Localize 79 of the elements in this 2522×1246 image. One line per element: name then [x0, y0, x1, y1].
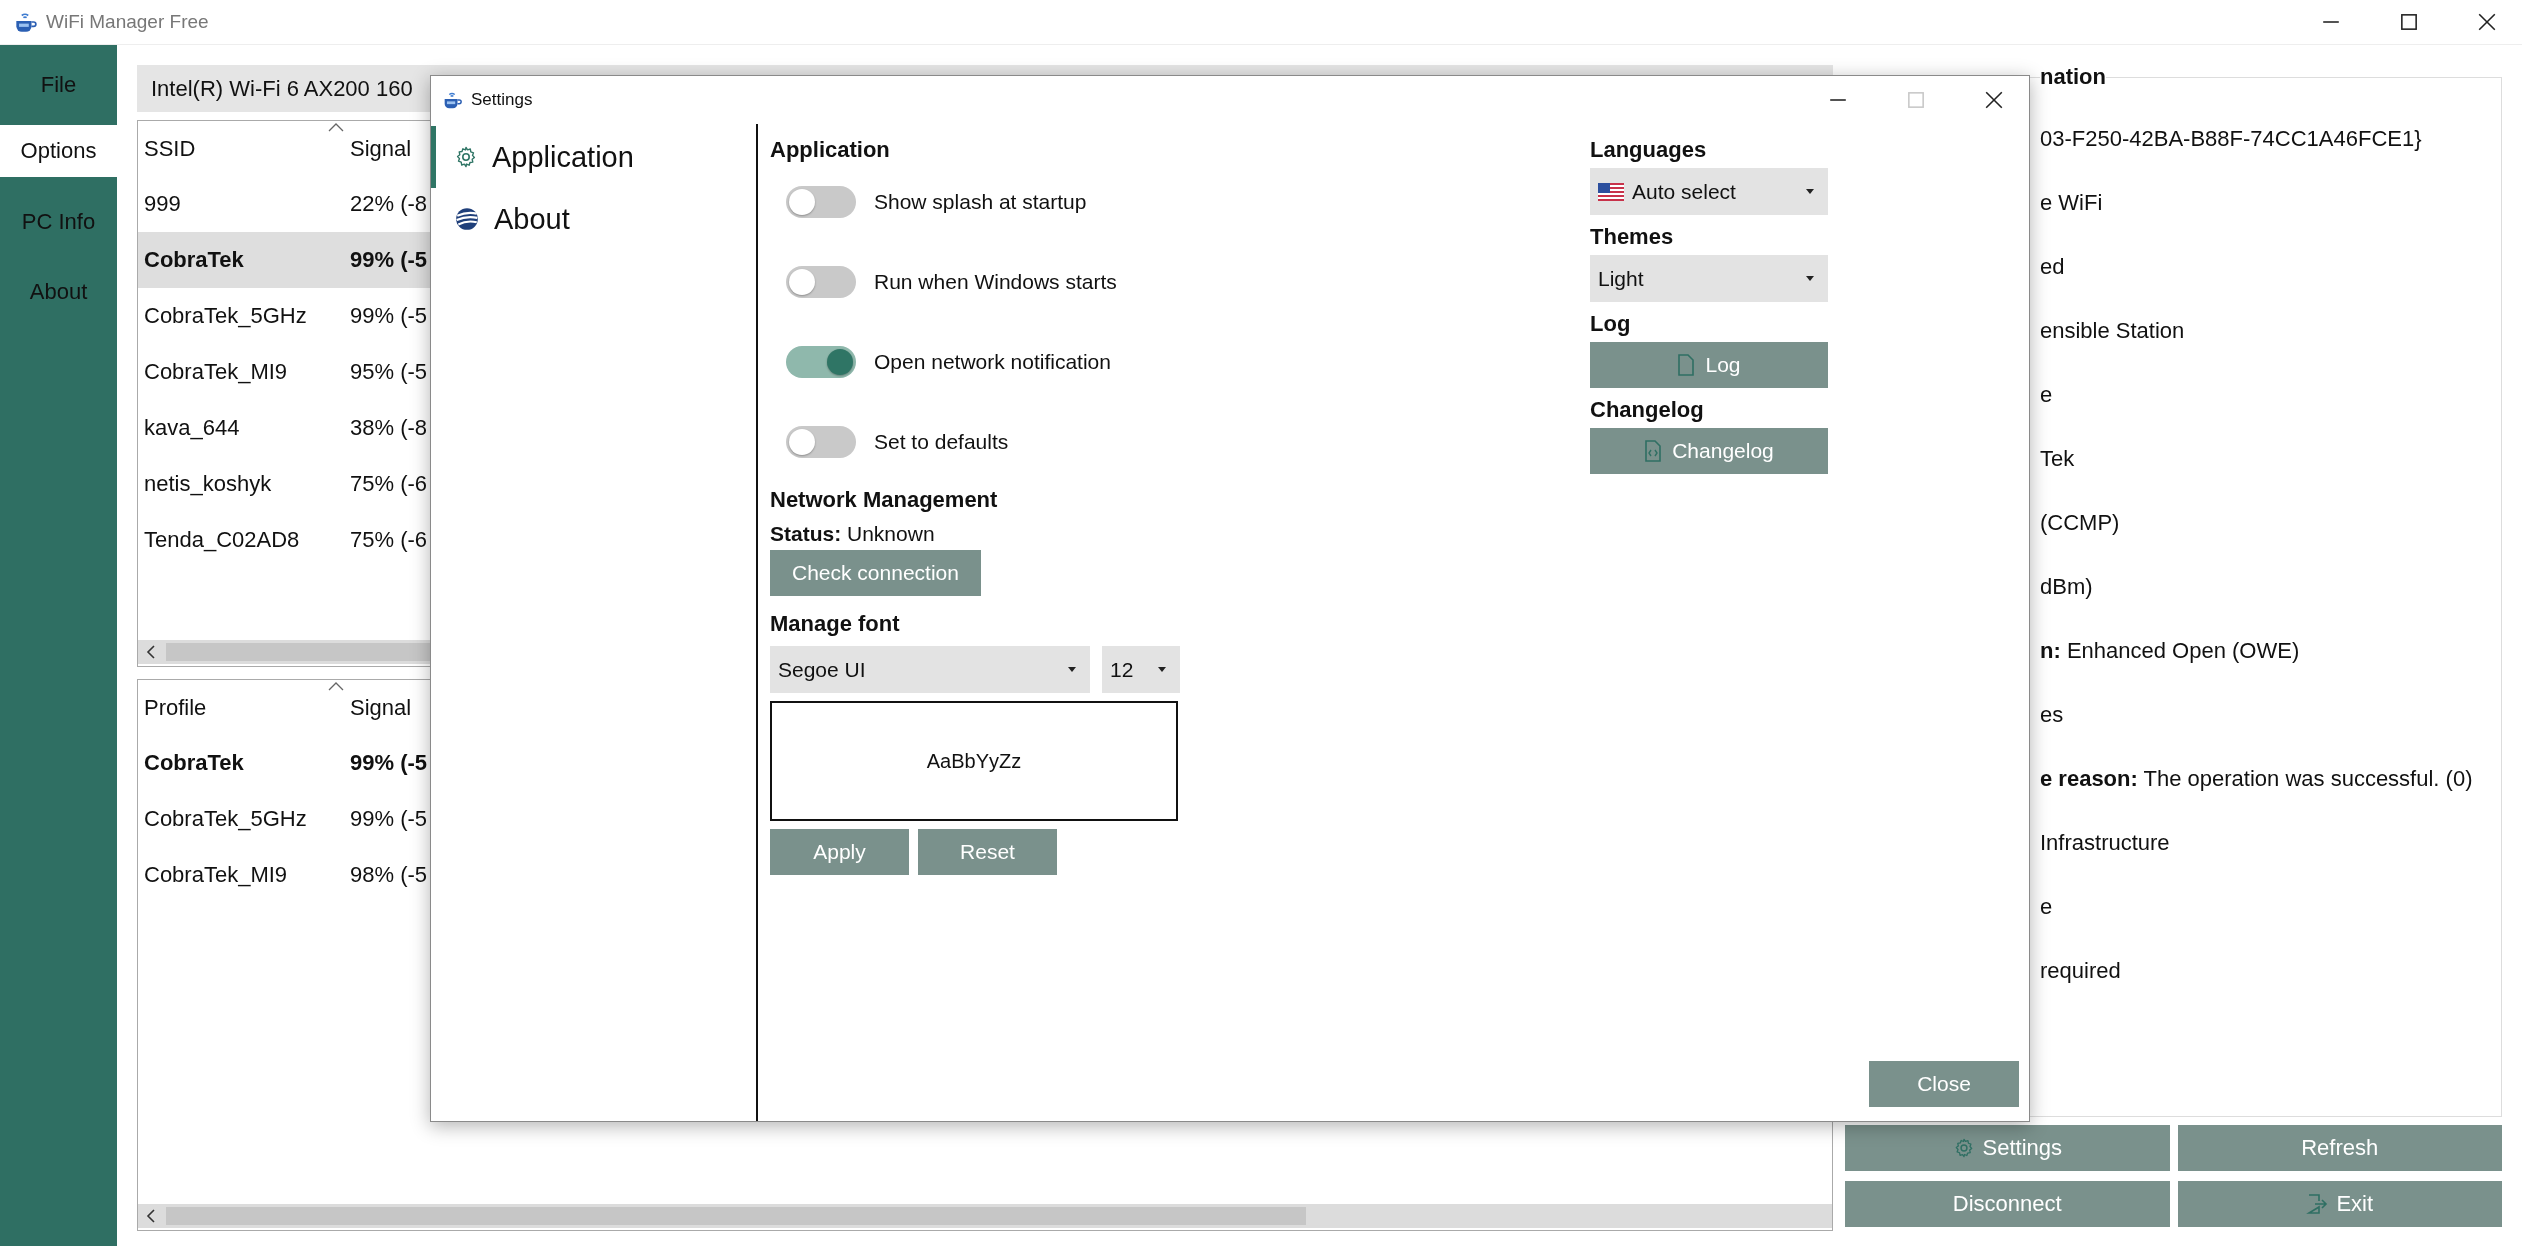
- toggle-label: Set to defaults: [874, 430, 1009, 454]
- scroll-left-icon[interactable]: [146, 645, 156, 659]
- table-cell-text: CobraTek: [143, 247, 245, 273]
- toggle-label: Run when Windows starts: [874, 270, 1117, 294]
- column-header[interactable]: Profile: [138, 694, 344, 721]
- theme-dropdown[interactable]: Light: [1590, 255, 1828, 302]
- section-heading: Manage font: [770, 610, 901, 638]
- scrollbar[interactable]: [138, 1204, 1832, 1228]
- dialog-title: Settings: [471, 90, 533, 110]
- table-cell-text: 95% (-5: [349, 359, 428, 385]
- table-cell-text: CobraTek_5GHz: [143, 303, 308, 329]
- table-cell-text: CobraTek_MI9: [143, 359, 289, 385]
- section-heading: Changelog: [1590, 396, 1705, 424]
- table-cell-text: 99% (-5: [349, 750, 428, 776]
- info-text: e: [2040, 894, 2054, 920]
- settings-nav-item[interactable]: About: [431, 188, 756, 250]
- window-title: WiFi Manager Free: [46, 11, 209, 33]
- font-dropdown[interactable]: Segoe UI: [770, 646, 1090, 693]
- info-text: e: [2040, 382, 2054, 408]
- info-text: 03-F250-42BA-B88F-74CC1A46FCE1}: [2040, 126, 2423, 152]
- table-cell-text: 98% (-5: [349, 862, 428, 888]
- language-dropdown[interactable]: Auto select: [1590, 168, 1828, 215]
- table-cell-text: Tenda_C02AD8: [143, 527, 301, 553]
- info-text: es: [2040, 702, 2065, 728]
- info-text: Infrastructure: [2040, 830, 2171, 856]
- table-cell-text: kava_644: [143, 415, 241, 441]
- table-cell-text: 99% (-5: [349, 806, 428, 832]
- column-header[interactable]: SSID: [138, 135, 344, 162]
- info-text: (CCMP): [2040, 510, 2121, 536]
- exit-icon: [2306, 1193, 2329, 1215]
- section-heading: Log: [1590, 310, 1632, 338]
- code-file-icon: [1644, 440, 1663, 462]
- table-cell-text: 999: [143, 191, 182, 217]
- table-cell-text: 22% (-8: [349, 191, 428, 217]
- info-text: required: [2040, 958, 2122, 984]
- settings-nav-item[interactable]: Application: [431, 126, 756, 188]
- info-text: dBm): [2040, 574, 2094, 600]
- table-cell-text: 75% (-6: [349, 471, 428, 497]
- section-heading: Network Management: [770, 486, 999, 514]
- font-preview: AaBbYyZz: [770, 701, 1178, 821]
- table-cell-text: 99% (-5: [349, 303, 428, 329]
- sort-icon: [328, 682, 344, 691]
- dropdown-arrow-icon: [1068, 667, 1076, 672]
- globe-icon: [454, 206, 480, 232]
- flag-icon: [1598, 182, 1624, 201]
- info-text: e WiFi: [2040, 190, 2104, 216]
- section-heading: Application: [770, 136, 891, 164]
- section-heading: Languages: [1590, 136, 1708, 164]
- info-text: Tek: [2040, 446, 2076, 472]
- sort-icon: [328, 123, 344, 132]
- table-cell-text: CobraTek: [143, 750, 245, 776]
- table-cell-text: CobraTek_MI9: [143, 862, 289, 888]
- dropdown-arrow-icon: [1806, 276, 1814, 281]
- table-cell-text: CobraTek_5GHz: [143, 806, 308, 832]
- toggle-switch[interactable]: [786, 266, 856, 298]
- column-header[interactable]: Signal: [344, 694, 412, 721]
- dropdown-arrow-icon: [1158, 667, 1166, 672]
- info-text: ensible Station: [2040, 318, 2186, 344]
- toggle-switch[interactable]: [786, 426, 856, 458]
- info-text: n: Enhanced Open (OWE): [2040, 638, 2301, 664]
- info-text: ed: [2040, 254, 2066, 280]
- toggle-label: Show splash at startup: [874, 190, 1087, 214]
- gear-icon: [454, 145, 478, 169]
- nav-tab[interactable]: Options: [0, 125, 117, 177]
- document-icon: [1677, 354, 1696, 376]
- status-text: Status: Unknown: [770, 522, 936, 546]
- size-dropdown[interactable]: 12: [1102, 646, 1180, 693]
- scroll-left-icon[interactable]: [146, 1209, 156, 1223]
- table-cell-text: netis_koshyk: [143, 471, 273, 497]
- toggle-switch[interactable]: [786, 186, 856, 218]
- toggle-label: Open network notification: [874, 350, 1111, 374]
- table-cell-text: 75% (-6: [349, 527, 428, 553]
- column-header[interactable]: Signal: [344, 135, 412, 162]
- table-cell-text: 99% (-5: [349, 247, 428, 273]
- info-text: e reason: The operation was successful. (0): [2040, 766, 2474, 792]
- toggle-switch[interactable]: [786, 346, 856, 378]
- section-heading: Themes: [1590, 223, 1675, 251]
- table-cell-text: 38% (-8: [349, 415, 428, 441]
- dropdown-arrow-icon: [1806, 189, 1814, 194]
